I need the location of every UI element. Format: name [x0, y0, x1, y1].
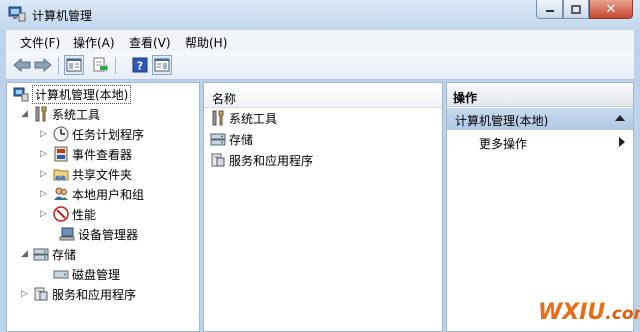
forward-icon: [34, 58, 52, 72]
tree-item-label: 事件查看器: [72, 147, 133, 162]
menu-view[interactable]: 查看(V): [129, 34, 171, 51]
collapsed-icon[interactable]: ▷: [21, 289, 28, 299]
services-apps-icon: [34, 287, 48, 301]
tree-item-label: 计算机管理(本地): [32, 84, 132, 104]
close-icon: ✕: [605, 1, 617, 17]
collapsed-icon[interactable]: ▷: [40, 189, 47, 199]
tree-item-root[interactable]: 计算机管理(本地): [13, 84, 132, 104]
toolbar: ?: [6, 52, 634, 80]
computer-management-icon: [13, 87, 29, 102]
tree-item-label: 存储: [52, 247, 77, 262]
navigation-tree: 计算机管理(本地) ◢ 系统工具 ▷ 任务计划程序 ▷ 事件查看器 ▷ 共享文件…: [6, 82, 200, 332]
tree-item-storage[interactable]: 存储: [33, 245, 76, 263]
tree-item-task-scheduler[interactable]: 任务计划程序: [53, 125, 144, 143]
title-bar: 计算机管理 ✕: [0, 0, 640, 30]
tree-item-label: 系统工具: [52, 107, 101, 122]
actions-section-label: 计算机管理(本地): [455, 114, 549, 128]
services-apps-icon: [211, 153, 225, 167]
tree-item-label: 设备管理器: [78, 227, 139, 242]
export-list-button[interactable]: [90, 55, 110, 75]
actions-pane: 操作 计算机管理(本地) 更多操作: [446, 82, 634, 332]
tree-item-label: 磁盘管理: [72, 267, 121, 282]
watermark-logo: WXIU.com: [538, 300, 640, 325]
collapsed-icon[interactable]: ▷: [40, 169, 47, 179]
storage-icon: [33, 248, 49, 261]
actions-section-header[interactable]: 计算机管理(本地): [447, 108, 633, 130]
tree-item-disk-management[interactable]: 磁盘管理: [53, 265, 120, 283]
back-icon: [13, 58, 31, 72]
list-item-label: 服务和应用程序: [229, 153, 314, 168]
expanded-icon[interactable]: ◢: [21, 249, 28, 259]
show-hide-tree-button[interactable]: [64, 55, 84, 75]
column-header-label: 名称: [212, 92, 237, 106]
column-header-name[interactable]: 名称: [204, 87, 442, 108]
show-hide-action-pane-button[interactable]: [152, 55, 172, 75]
help-button[interactable]: ?: [130, 55, 150, 75]
tree-item-label: 共享文件夹: [72, 167, 133, 182]
minimize-icon: [545, 10, 554, 12]
collapsed-icon[interactable]: ▷: [40, 209, 47, 219]
maximize-icon: [571, 4, 581, 14]
minimize-button[interactable]: [536, 0, 563, 19]
back-button[interactable]: [12, 55, 32, 75]
tree-item-performance[interactable]: 性能: [53, 205, 96, 223]
device-manager-icon: [59, 227, 75, 241]
content-list: 名称 系统工具 存储 服务和应用程序: [203, 82, 443, 332]
svg-text:?: ?: [137, 60, 143, 73]
tree-item-event-viewer[interactable]: 事件查看器: [53, 145, 132, 163]
actions-header: 操作: [447, 86, 633, 107]
list-item[interactable]: 系统工具: [210, 109, 277, 127]
list-item[interactable]: 服务和应用程序: [210, 151, 313, 169]
export-list-icon: [93, 57, 108, 72]
forward-button[interactable]: [33, 55, 53, 75]
list-item-label: 存储: [229, 132, 254, 147]
users-icon: [54, 187, 68, 200]
event-viewer-icon: [54, 146, 68, 162]
collapsed-icon[interactable]: ▷: [40, 149, 47, 159]
expanded-icon[interactable]: ◢: [21, 109, 28, 119]
submenu-arrow-icon: [619, 137, 625, 147]
clock-icon: [53, 126, 69, 142]
menu-file[interactable]: 文件(F): [20, 34, 60, 51]
shared-folder-icon: [53, 169, 69, 181]
tree-item-label: 性能: [72, 207, 97, 222]
toolbar-separator: [58, 57, 59, 74]
tools-icon: [35, 106, 47, 122]
window-title: 计算机管理: [32, 9, 93, 23]
storage-icon: [210, 133, 226, 146]
computer-management-icon: [8, 6, 26, 22]
tree-item-system-tools[interactable]: 系统工具: [33, 105, 100, 123]
performance-icon: [53, 206, 69, 222]
show-hide-tree-icon: [66, 58, 82, 72]
help-icon: ?: [132, 57, 148, 73]
tree-item-services-apps[interactable]: 服务和应用程序: [33, 285, 136, 303]
tree-item-label: 任务计划程序: [72, 127, 145, 142]
actions-header-label: 操作: [453, 91, 478, 105]
tree-item-label: 服务和应用程序: [52, 287, 137, 302]
list-item-label: 系统工具: [229, 111, 278, 126]
close-button[interactable]: ✕: [589, 0, 633, 19]
tools-icon: [212, 110, 224, 126]
collapse-up-icon[interactable]: [615, 115, 625, 121]
collapsed-icon[interactable]: ▷: [40, 129, 47, 139]
toolbar-separator: [115, 57, 116, 74]
tree-item-shared-folders[interactable]: 共享文件夹: [53, 165, 132, 183]
disk-management-icon: [53, 270, 69, 279]
tree-item-label: 本地用户和组: [72, 187, 145, 202]
tree-item-local-users[interactable]: 本地用户和组: [53, 185, 144, 203]
watermark-main: WXIU: [538, 300, 606, 325]
menu-action[interactable]: 操作(A): [73, 34, 115, 51]
maximize-button[interactable]: [563, 0, 589, 19]
more-actions-item[interactable]: 更多操作: [479, 135, 527, 152]
list-item[interactable]: 存储: [210, 130, 253, 148]
menu-help[interactable]: 帮助(H): [185, 34, 227, 51]
watermark-suffix: .com: [605, 304, 640, 324]
show-hide-action-pane-icon: [154, 58, 170, 72]
menu-bar: 文件(F) 操作(A) 查看(V) 帮助(H): [6, 30, 634, 53]
tree-item-device-manager[interactable]: 设备管理器: [59, 225, 138, 243]
